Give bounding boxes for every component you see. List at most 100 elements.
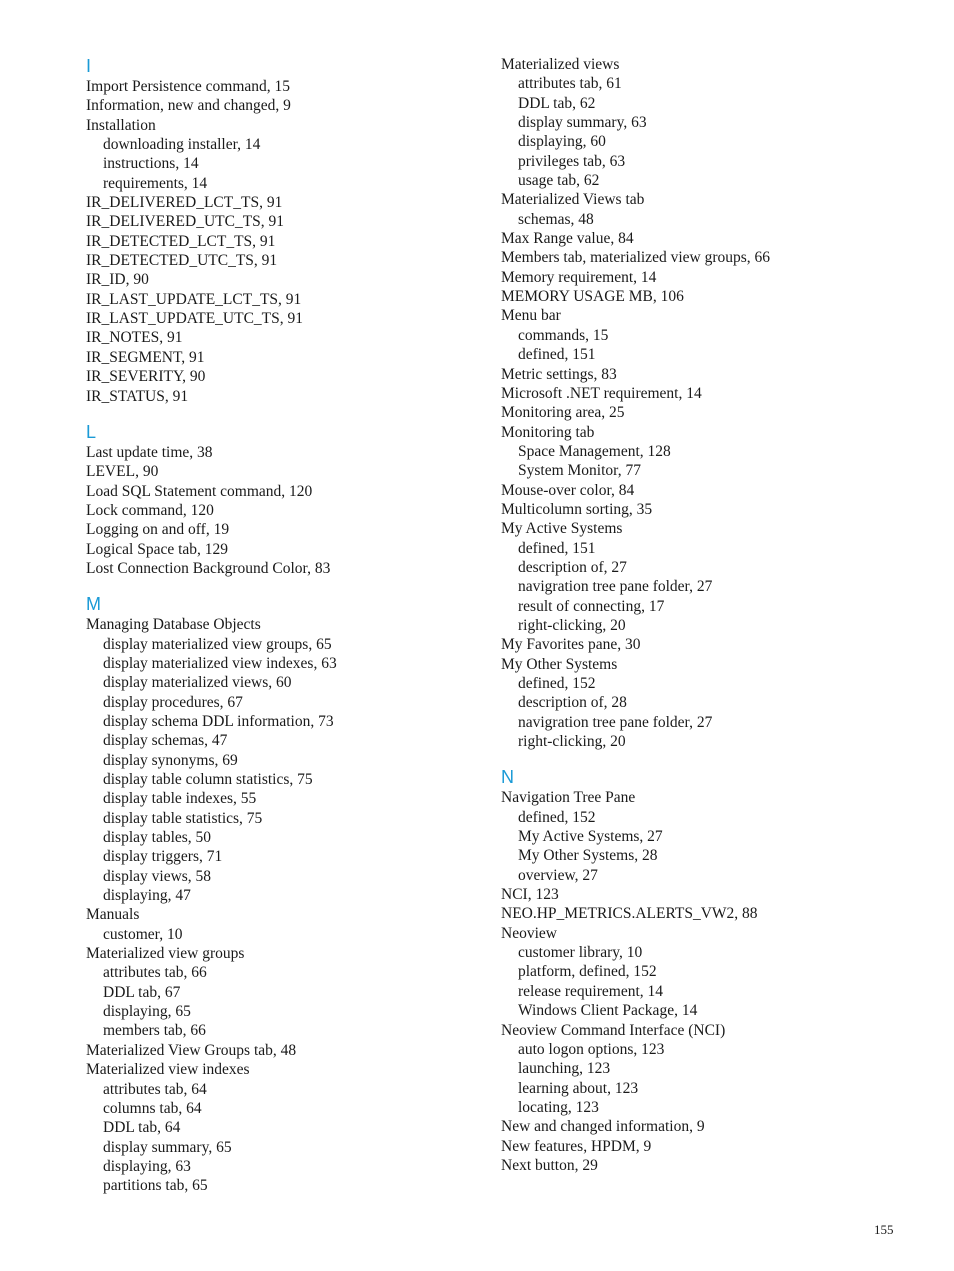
index-entry: Materialized view groups [86, 945, 245, 963]
index-entry: Lost Connection Background Color, 83 [86, 559, 331, 577]
index-subentry: My Other Systems, 28 [518, 847, 658, 865]
index-entry: Last update time, 38 [86, 443, 213, 461]
index-entry: Max Range value, 84 [501, 230, 634, 248]
index-entry: Navigation Tree Pane [501, 789, 636, 807]
index-subentry: displaying, 65 [103, 1003, 191, 1021]
index-section-m: M Managing Database Objects display materi… [86, 593, 486, 1195]
index-subentry: displaying, 47 [103, 887, 191, 905]
index-subentry: privileges tab, 63 [518, 152, 626, 170]
index-subentry: displaying, 60 [518, 133, 606, 151]
index-subentry: usage tab, 62 [518, 172, 600, 190]
index-subentry: auto logon options, 123 [518, 1040, 665, 1058]
index-subentry: overview, 27 [518, 866, 598, 884]
index-entry: Neoview [501, 924, 557, 942]
index-section-n: N Navigation Tree Pane defined, 152 My Acti… [501, 766, 901, 1175]
index-entry: Materialized Views tab [501, 191, 645, 209]
index-subentry: partitions tab, 65 [103, 1177, 208, 1195]
index-entry: Memory requirement, 14 [501, 268, 657, 286]
index-subentry: commands, 15 [518, 326, 609, 344]
index-entry: IR_DELIVERED_UTC_TS, 91 [86, 213, 285, 231]
section-letter-heading: M [86, 594, 101, 615]
index-subentry: defined, 152 [518, 675, 596, 692]
index-subentry: customer library, 10 [518, 944, 643, 962]
index-entry: New and changed information, 9 [501, 1118, 705, 1136]
index-subentry: Space Management, 128 [518, 442, 671, 460]
section-letter-heading: L [86, 421, 97, 442]
index-entry: Lock command, 120 [86, 501, 214, 519]
index-entry: IR_LAST_UPDATE_UTC_TS, 91 [86, 310, 304, 328]
page-number: 155 [874, 1222, 894, 1237]
section-letter-heading: N [501, 767, 514, 788]
index-entry: Load SQL Statement command, 120 [86, 482, 313, 500]
index-subentry: display procedures, 67 [103, 693, 243, 711]
index-subentry: display schema DDL information, 73 [103, 712, 334, 730]
index-entry: Multicolumn sorting, 35 [501, 500, 653, 518]
index-entry: Monitoring area, 25 [501, 404, 625, 422]
index-subentry: right-clicking, 20 [518, 733, 626, 751]
index-subentry: description of, 27 [518, 558, 627, 576]
index-column-right: Materialized views attributes tab, 61 DDL … [501, 55, 901, 1175]
index-subentry: defined, 152 [518, 808, 596, 826]
index-subentry: display views, 58 [103, 867, 212, 885]
index-entry: New features, HPDM, 9 [501, 1137, 652, 1155]
index-subentry: display table indexes, 55 [103, 790, 257, 808]
index-subentry: schemas, 48 [518, 210, 594, 228]
index-subentry: display schemas, 47 [103, 732, 228, 750]
index-entry: IR_SEGMENT, 91 [86, 348, 205, 366]
index-subentry: display summary, 63 [518, 114, 647, 132]
index-subentry: display tables, 50 [103, 829, 212, 847]
index-entry: IR_LAST_UPDATE_LCT_TS, 91 [86, 290, 302, 308]
index-subentry: DDL tab, 64 [103, 1119, 181, 1137]
index-entry: IR_STATUS, 91 [86, 387, 189, 405]
index-subentry: display table column statistics, 75 [103, 771, 313, 788]
index-entry: Materialized View Groups tab, 48 [86, 1041, 297, 1059]
index-subentry: display triggers, 71 [103, 848, 223, 866]
index-subentry: defined, 151 [518, 346, 596, 364]
index-subentry: downloading installer, 14 [103, 136, 261, 154]
index-subentry: display table statistics, 75 [103, 809, 263, 827]
index-entry: Neoview Command Interface (NCI) [501, 1021, 726, 1039]
index-subentry: navigration tree pane folder, 27 [518, 713, 713, 731]
index-entry: Metric settings, 83 [501, 365, 617, 383]
index-subentry: launching, 123 [518, 1060, 611, 1078]
index-entry: IR_SEVERITY, 90 [86, 368, 206, 386]
index-entry: MEMORY USAGE MB, 106 [501, 288, 684, 306]
index-subentry: DDL tab, 67 [103, 983, 181, 1001]
index-entry: Import Persistence command, 15 [86, 78, 291, 95]
index-subentry: customer, 10 [103, 925, 183, 943]
index-entry: IR_DETECTED_LCT_TS, 91 [86, 232, 276, 250]
index-entry: IR_ID, 90 [86, 271, 149, 289]
index-subentry: release requirement, 14 [518, 982, 664, 1000]
index-subentry: instructions, 14 [103, 155, 199, 173]
index-entry: Next button, 29 [501, 1156, 598, 1174]
index-entry: IR_NOTES, 91 [86, 329, 183, 347]
index-entry: Manuals [86, 906, 140, 924]
index-subentry: display summary, 65 [103, 1138, 232, 1156]
index-subentry: columns tab, 64 [103, 1099, 202, 1117]
index-subentry: learning about, 123 [518, 1079, 639, 1097]
index-entry: My Favorites pane, 30 [501, 636, 641, 654]
index-entry: NEO.HP_METRICS.ALERTS_VW2, 88 [501, 905, 758, 923]
index-subentry: attributes tab, 64 [103, 1080, 207, 1098]
section-letter-heading: I [86, 56, 92, 76]
index-entry: Mouse-over color, 84 [501, 481, 635, 499]
index-entry: Members tab, materialized view groups, 6… [501, 249, 771, 267]
index-subentry: Windows Client Package, 14 [518, 1002, 698, 1020]
index-subentry: navigration tree pane folder, 27 [518, 578, 713, 596]
index-entry: IR_DELIVERED_LCT_TS, 91 [86, 194, 283, 212]
index-section-continued: Materialized views attributes tab, 61 DDL … [501, 55, 901, 751]
index-subentry: members tab, 66 [103, 1022, 206, 1040]
index-subentry: attributes tab, 61 [518, 75, 622, 93]
index-entry: Materialized view indexes [86, 1061, 250, 1079]
index-subentry: requirements, 14 [103, 174, 208, 192]
index-column-left: I Import Persistence command, 15 Informati… [86, 55, 486, 1196]
index-subentry: display materialized view indexes, 63 [103, 654, 337, 672]
index-entry: Managing Database Objects [86, 616, 261, 634]
index-subentry: attributes tab, 66 [103, 964, 207, 982]
index-subentry: result of connecting, 17 [518, 597, 665, 615]
index-subentry: display materialized views, 60 [103, 674, 292, 692]
index-entry: My Active Systems [501, 520, 623, 538]
index-subentry: DDL tab, 62 [518, 94, 596, 112]
index-subentry: platform, defined, 152 [518, 963, 657, 981]
index-subentry: System Monitor, 77 [518, 462, 641, 480]
